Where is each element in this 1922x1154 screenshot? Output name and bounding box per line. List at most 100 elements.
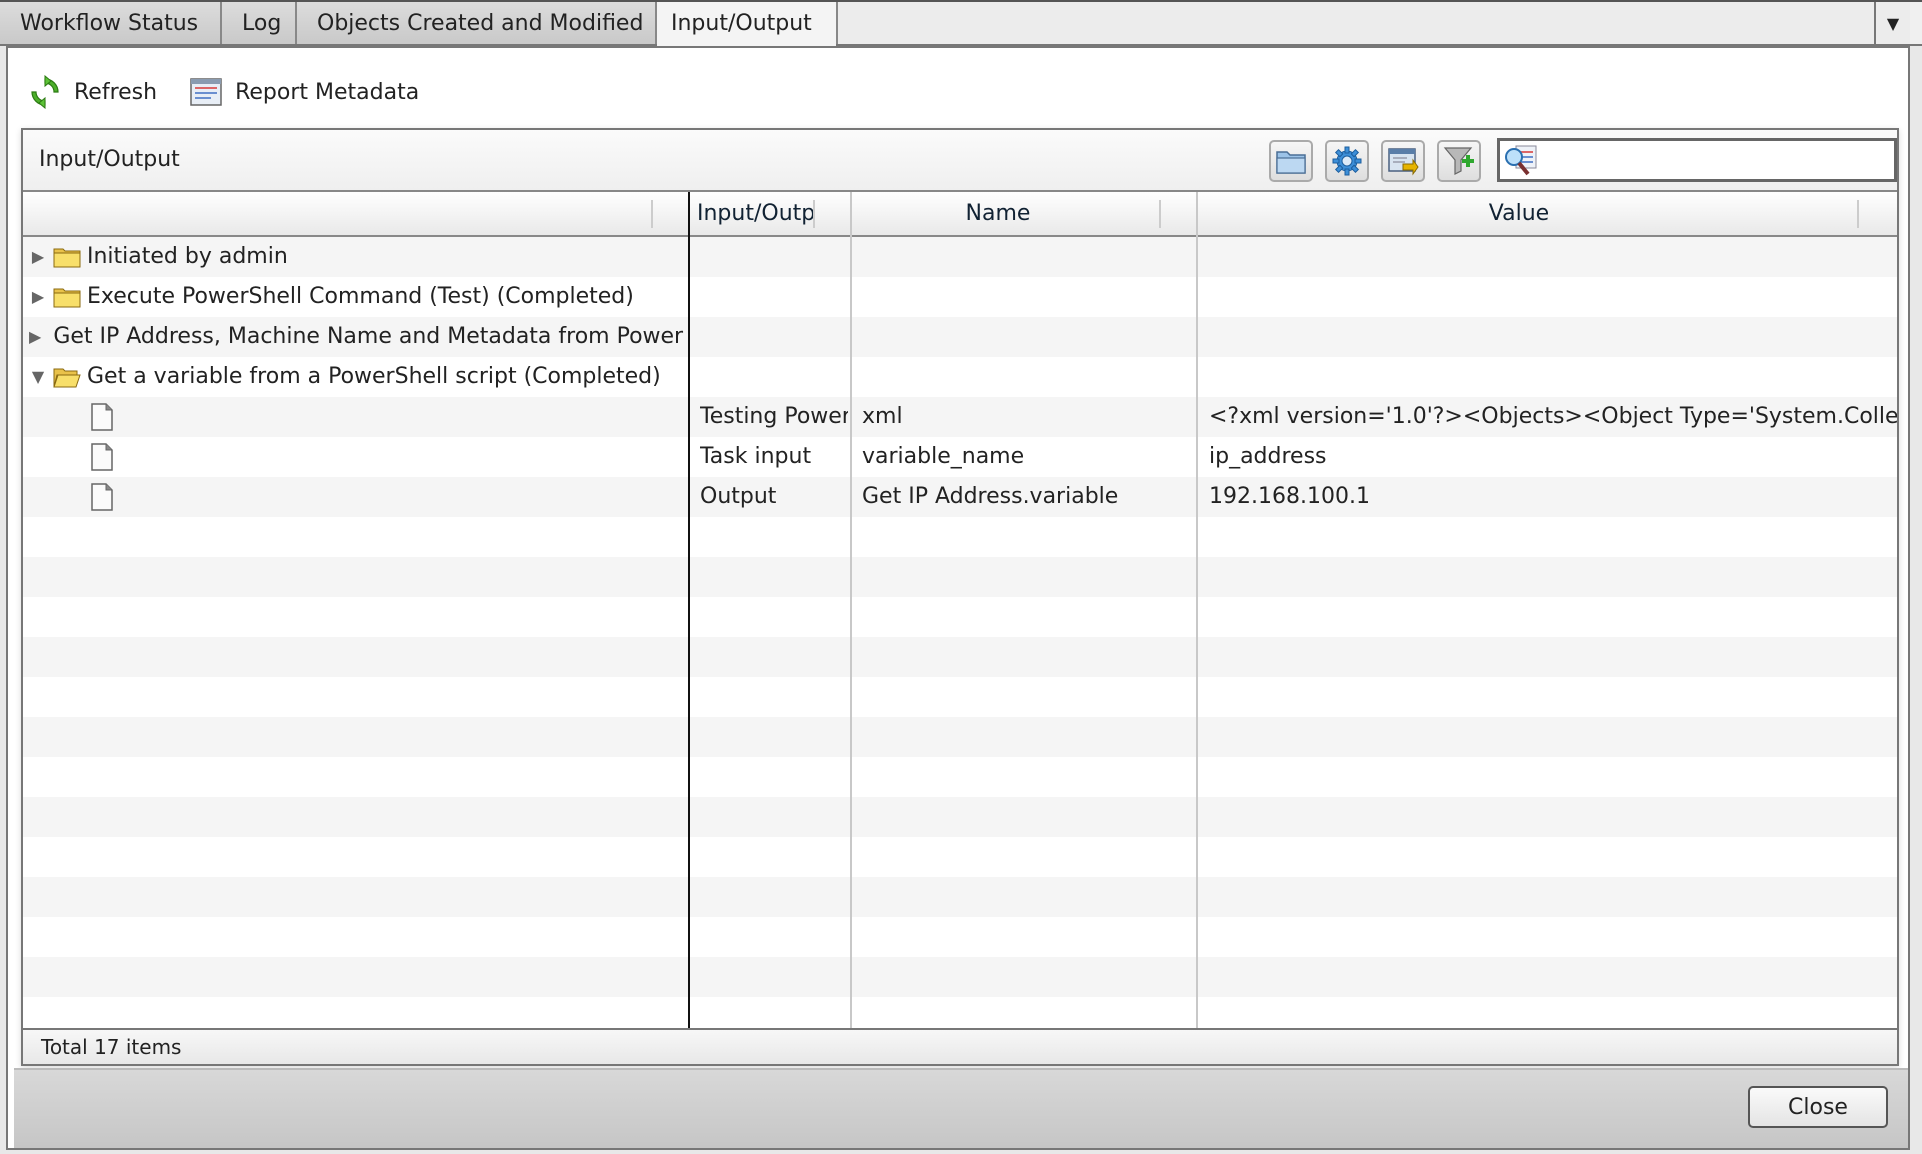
tree-cell[interactable]: ▶ Execute PowerShell Command (Test) (Comp… <box>29 277 684 317</box>
report-metadata-label: Report Metadata <box>235 79 420 105</box>
refresh-button[interactable]: Refresh <box>28 75 157 109</box>
column-header-input-output[interactable]: Input/Outp <box>691 192 813 235</box>
report-metadata-button[interactable]: Report Metadata <box>189 75 419 109</box>
empty-row <box>23 917 1897 957</box>
table-row[interactable]: Testing PowerShell xml <?xml version='1.0'… <box>23 397 1897 437</box>
empty-row <box>23 957 1897 997</box>
dialog-footer: Close <box>14 1068 1908 1148</box>
column-header-tree[interactable] <box>23 192 688 235</box>
value-cell <box>1209 277 1897 317</box>
close-button[interactable]: Close <box>1748 1086 1888 1128</box>
empty-row <box>23 757 1897 797</box>
column-divider <box>1196 192 1198 1028</box>
column-resize-handle[interactable] <box>1159 200 1161 228</box>
table-row[interactable]: ▼ Get a variable from a PowerShell script… <box>23 357 1897 397</box>
empty-row <box>23 677 1897 717</box>
name-cell <box>862 277 1194 317</box>
add-filter-button[interactable] <box>1437 140 1481 182</box>
chevron-down-icon: ▼ <box>1886 13 1900 33</box>
expand-triangle-right-icon[interactable]: ▶ <box>29 327 41 346</box>
file-icon <box>91 483 113 511</box>
tree-cell[interactable] <box>89 397 684 437</box>
search-field[interactable] <box>1497 138 1897 182</box>
empty-row <box>23 637 1897 677</box>
grid-title: Input/Output <box>39 147 180 172</box>
expand-triangle-right-icon[interactable]: ▶ <box>29 287 47 306</box>
empty-row <box>23 837 1897 877</box>
tree-node-label: Execute PowerShell Command (Test) (Compl… <box>87 284 634 309</box>
tab-bar: Workflow Status Log Objects Created and … <box>0 0 1922 46</box>
grid-title-band: Input/Output <box>23 130 1897 192</box>
tree-pane-divider[interactable] <box>688 192 690 1028</box>
tab-workflow-status[interactable]: Workflow Status <box>0 2 222 44</box>
tree-cell[interactable]: ▼ Get a variable from a PowerShell script… <box>29 357 684 397</box>
name-cell: Get IP Address.variable <box>862 484 1119 509</box>
empty-row <box>23 877 1897 917</box>
tree-cell[interactable] <box>89 477 684 517</box>
tab-input-output[interactable]: Input/Output <box>657 2 836 46</box>
file-icon <box>91 443 113 471</box>
settings-button[interactable] <box>1325 140 1369 182</box>
empty-row <box>23 517 1897 557</box>
tree-node-label: Get a variable from a PowerShell script … <box>87 364 661 389</box>
value-cell <box>1209 317 1897 357</box>
tab-log[interactable]: Log <box>222 2 297 44</box>
name-cell <box>862 237 1194 277</box>
empty-row <box>23 557 1897 597</box>
name-cell <box>862 357 1194 397</box>
search-input[interactable] <box>1542 141 1894 179</box>
table-row[interactable]: Output Get IP Address.variable 192.168.100… <box>23 477 1897 517</box>
gear-icon <box>1332 146 1362 176</box>
tree-cell[interactable] <box>89 437 684 477</box>
refresh-label: Refresh <box>74 79 158 105</box>
action-bar: Refresh Report Metadata <box>28 70 451 114</box>
export-icon <box>1388 148 1419 176</box>
value-cell: 192.168.100.1 <box>1209 484 1370 509</box>
input-output-cell <box>700 237 848 277</box>
input-output-cell <box>700 357 848 397</box>
input-output-cell: Testing PowerShell <box>700 404 848 429</box>
tree-cell[interactable]: ▶ Get IP Address, Machine Name and Metada… <box>29 317 684 357</box>
tab-bar-filler <box>836 2 1890 44</box>
empty-row <box>23 797 1897 837</box>
expand-triangle-right-icon[interactable]: ▶ <box>29 247 47 266</box>
name-cell: xml <box>862 404 903 429</box>
column-resize-handle[interactable] <box>651 200 653 228</box>
filter-add-icon <box>1443 147 1474 175</box>
export-button[interactable] <box>1381 140 1425 182</box>
status-bar: Total 17 items <box>23 1028 1897 1064</box>
input-output-cell: Task input <box>700 444 812 469</box>
column-header-value[interactable]: Value <box>1199 192 1839 235</box>
file-icon <box>91 403 113 431</box>
folder-icon <box>53 288 81 308</box>
input-output-cell: Output <box>700 484 777 509</box>
tab-list-dropdown[interactable]: ▼ <box>1874 2 1910 44</box>
value-cell: ip_address <box>1209 444 1327 469</box>
search-icon <box>1505 145 1537 176</box>
table-row[interactable]: ▶ Initiated by admin <box>23 237 1897 277</box>
tab-objects-created-modified[interactable]: Objects Created and Modified <box>297 2 657 44</box>
refresh-icon <box>31 75 59 109</box>
table-row[interactable]: ▶ Execute PowerShell Command (Test) (Comp… <box>23 277 1897 317</box>
name-cell <box>862 317 1194 357</box>
input-output-grid: Input/Output Input/Outp Name Value ▶ Ini… <box>21 128 1899 1066</box>
name-cell: variable_name <box>862 444 1025 469</box>
open-folder-button[interactable] <box>1269 140 1313 182</box>
column-header-name[interactable]: Name <box>853 192 1143 235</box>
tree-node-label: Get IP Address, Machine Name and Metadat… <box>53 324 684 349</box>
report-icon <box>190 78 222 106</box>
folder-open-icon <box>53 368 81 388</box>
input-output-cell <box>700 317 848 357</box>
input-output-cell <box>700 277 848 317</box>
table-row[interactable]: Task input variable_name ip_address <box>23 437 1897 477</box>
table-row[interactable]: ▶ Get IP Address, Machine Name and Metada… <box>23 317 1897 357</box>
grid-rows: ▶ Initiated by admin ▶ Execute PowerShell C… <box>23 237 1897 1028</box>
folder-icon <box>1276 151 1306 174</box>
column-resize-handle[interactable] <box>1857 200 1859 228</box>
value-cell: <?xml version='1.0'?><Objects><Object Ty… <box>1209 404 1897 429</box>
tree-cell[interactable]: ▶ Initiated by admin <box>29 237 684 277</box>
column-header-row: Input/Outp Name Value <box>23 192 1897 237</box>
empty-row <box>23 997 1897 1028</box>
expand-triangle-down-icon[interactable]: ▼ <box>29 367 47 386</box>
column-resize-handle[interactable] <box>813 200 815 228</box>
